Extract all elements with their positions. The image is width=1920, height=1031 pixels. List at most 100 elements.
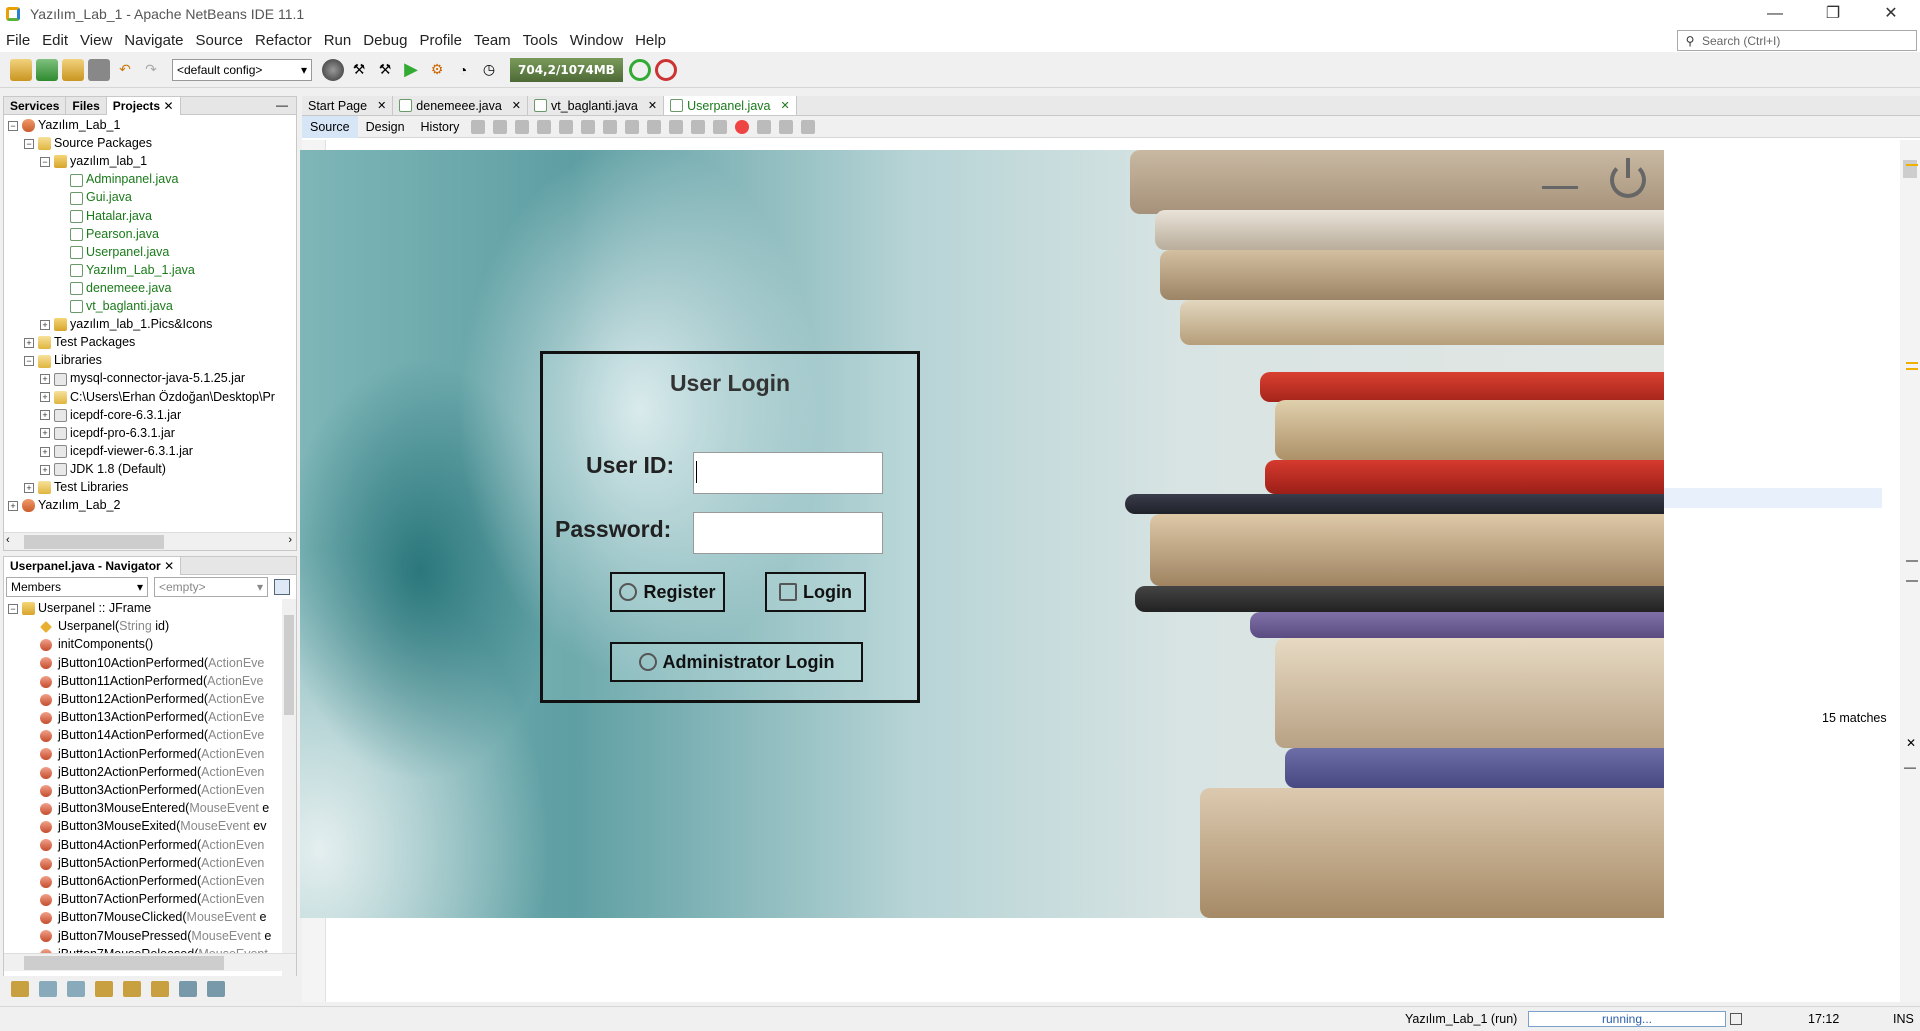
close-icon[interactable]: ✕ bbox=[648, 96, 657, 116]
subtab-source[interactable]: Source bbox=[302, 115, 358, 138]
sort-alpha-icon[interactable] bbox=[179, 981, 197, 997]
tree-node[interactable]: + Test Libraries bbox=[24, 478, 128, 496]
profiler-icon[interactable] bbox=[654, 58, 677, 81]
scroll-right-icon[interactable]: › bbox=[288, 534, 292, 546]
tree-node[interactable]: + C:\Users\Erhan Özdoğan\Desktop\Pr bbox=[40, 388, 275, 406]
prev-bookmark-icon[interactable] bbox=[647, 119, 662, 134]
run-icon[interactable]: ▶ bbox=[400, 59, 422, 81]
close-button[interactable]: ✕ bbox=[1862, 0, 1920, 28]
collapse-icon[interactable]: − bbox=[24, 138, 34, 149]
comment-icon[interactable] bbox=[779, 119, 794, 134]
shift-right-icon[interactable] bbox=[713, 119, 728, 134]
members-select[interactable]: Members ▾ bbox=[6, 577, 148, 597]
editor-scrollbar[interactable] bbox=[1900, 140, 1920, 1002]
close-icon[interactable]: ✕ bbox=[164, 559, 174, 573]
run-progress[interactable]: running... bbox=[1528, 1011, 1726, 1027]
filter-select[interactable]: <empty> ▾ bbox=[154, 577, 268, 597]
find-icon[interactable] bbox=[537, 119, 552, 134]
tree-node[interactable]: − Source Packages bbox=[24, 134, 152, 152]
shift-left-icon[interactable] bbox=[691, 119, 706, 134]
filter-options-icon[interactable] bbox=[274, 579, 290, 595]
back-icon[interactable] bbox=[471, 119, 486, 134]
member-item[interactable]: jButton7ActionPerformed(ActionEven bbox=[40, 890, 264, 908]
build-icon[interactable]: ⚒ bbox=[348, 59, 370, 81]
tree-node[interactable]: + icepdf-pro-6.3.1.jar bbox=[40, 424, 175, 442]
tree-node[interactable]: − Libraries bbox=[24, 351, 102, 369]
menu-tools[interactable]: Tools bbox=[517, 32, 564, 49]
navigator-scrollbar[interactable] bbox=[282, 599, 296, 979]
filter-inherited-icon[interactable] bbox=[123, 981, 141, 997]
open-project-icon[interactable] bbox=[62, 58, 84, 81]
redo-icon[interactable]: ↷ bbox=[140, 59, 162, 81]
member-item[interactable]: jButton3ActionPerformed(ActionEven bbox=[40, 781, 264, 799]
find-next-icon[interactable] bbox=[581, 119, 596, 134]
member-item[interactable]: jButton14ActionPerformed(ActionEve bbox=[40, 726, 264, 744]
tree-node[interactable]: Userpanel.java bbox=[70, 243, 169, 261]
expand-icon[interactable]: + bbox=[24, 482, 34, 493]
menu-debug[interactable]: Debug bbox=[357, 32, 413, 49]
member-item[interactable]: jButton2ActionPerformed(ActionEven bbox=[40, 763, 264, 781]
cancel-task-icon[interactable] bbox=[1730, 1013, 1742, 1025]
tab-services[interactable]: Services bbox=[4, 96, 67, 115]
memory-indicator[interactable]: 704,2/1074MB bbox=[510, 57, 623, 82]
gc-icon[interactable] bbox=[628, 58, 651, 81]
sort-icon[interactable] bbox=[151, 981, 169, 997]
globe-icon[interactable] bbox=[322, 58, 344, 81]
navigator-horizontal-scrollbar[interactable] bbox=[4, 953, 296, 971]
menu-refactor[interactable]: Refactor bbox=[249, 32, 318, 49]
collapse-icon[interactable]: − bbox=[24, 356, 34, 366]
profile-icon[interactable]: ◔ bbox=[452, 59, 474, 81]
tree-node[interactable]: − yazılım_lab_1 bbox=[40, 152, 147, 170]
expand-icon[interactable]: + bbox=[40, 446, 50, 457]
editor-tab[interactable]: vt_baglanti.java ✕ bbox=[528, 96, 665, 116]
close-icon[interactable]: ✕ bbox=[512, 96, 521, 116]
filter-static-icon[interactable] bbox=[39, 981, 57, 997]
subtab-history[interactable]: History bbox=[413, 116, 468, 138]
member-item[interactable]: jButton1ActionPerformed(ActionEven bbox=[40, 745, 264, 763]
tree-node[interactable]: Yazılım_Lab_1.java bbox=[70, 261, 195, 279]
sort-position-icon[interactable] bbox=[207, 981, 225, 997]
menu-profile[interactable]: Profile bbox=[413, 32, 468, 49]
collapse-icon[interactable]: − bbox=[40, 156, 50, 167]
navigator-root[interactable]: − Userpanel :: JFrame bbox=[8, 599, 151, 617]
expand-icon[interactable]: + bbox=[40, 428, 50, 439]
toggle-bookmark-icon[interactable] bbox=[625, 119, 640, 134]
stop-macro-icon[interactable] bbox=[757, 119, 772, 134]
login-button[interactable]: Login bbox=[765, 572, 866, 612]
filter-lock-icon[interactable] bbox=[95, 981, 113, 997]
new-file-icon[interactable] bbox=[10, 58, 32, 81]
member-item[interactable]: jButton3MouseEntered(MouseEvent e bbox=[40, 799, 269, 817]
menu-team[interactable]: Team bbox=[468, 32, 517, 49]
expand-icon[interactable]: + bbox=[40, 464, 50, 475]
tree-node[interactable]: + icepdf-core-6.3.1.jar bbox=[40, 406, 181, 424]
tree-node[interactable]: − Yazılım_Lab_1 bbox=[8, 116, 120, 134]
menu-file[interactable]: File bbox=[0, 32, 36, 49]
close-icon[interactable]: ✕ bbox=[160, 99, 173, 113]
userid-input[interactable] bbox=[693, 452, 883, 494]
next-bookmark-icon[interactable] bbox=[669, 119, 684, 134]
close-icon[interactable]: ✕ bbox=[780, 96, 789, 116]
expand-icon[interactable]: + bbox=[40, 392, 50, 403]
editor-tab[interactable]: Userpanel.java ✕ bbox=[664, 96, 797, 115]
expand-icon[interactable]: + bbox=[40, 319, 50, 330]
expand-icon[interactable]: + bbox=[24, 337, 34, 348]
search-input[interactable]: Search (Ctrl+I) bbox=[1702, 34, 1780, 48]
member-item[interactable]: jButton6ActionPerformed(ActionEven bbox=[40, 872, 264, 890]
tree-node[interactable]: + icepdf-viewer-6.3.1.jar bbox=[40, 442, 193, 460]
find-prev-icon[interactable] bbox=[559, 119, 574, 134]
subtab-design[interactable]: Design bbox=[358, 116, 413, 138]
admin-login-button[interactable]: Administrator Login bbox=[610, 642, 863, 682]
last-edit-icon[interactable] bbox=[515, 119, 530, 134]
tree-node[interactable]: + mysql-connector-java-5.1.25.jar bbox=[40, 369, 245, 387]
tree-node[interactable]: Pearson.java bbox=[70, 225, 159, 243]
member-item[interactable]: jButton10ActionPerformed(ActionEve bbox=[40, 654, 264, 672]
expand-icon[interactable]: + bbox=[40, 410, 50, 421]
tree-node[interactable]: + yazılım_lab_1.Pics&Icons bbox=[40, 315, 212, 333]
toggle-highlight-icon[interactable] bbox=[603, 119, 618, 134]
menu-navigate[interactable]: Navigate bbox=[118, 32, 189, 49]
member-item[interactable]: jButton11ActionPerformed(ActionEve bbox=[40, 672, 263, 690]
login-minimize-icon[interactable] bbox=[1542, 186, 1578, 189]
expand-icon[interactable]: + bbox=[40, 374, 50, 385]
menu-window[interactable]: Window bbox=[564, 32, 629, 49]
menu-source[interactable]: Source bbox=[189, 32, 249, 49]
